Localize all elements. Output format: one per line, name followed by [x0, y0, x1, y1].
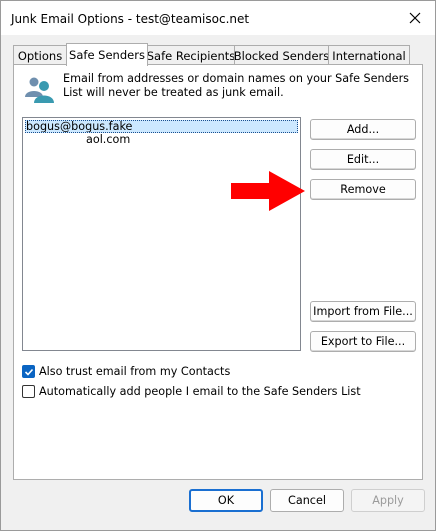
checkbox-label: Also trust email from my Contacts	[39, 365, 231, 378]
trust-contacts-option[interactable]: Also trust email from my Contacts	[22, 364, 230, 379]
ok-button[interactable]: OK	[189, 489, 263, 512]
checkbox-unchecked[interactable]	[22, 385, 35, 398]
tab-label: Safe Senders	[69, 48, 145, 62]
apply-button[interactable]: Apply	[351, 489, 425, 512]
close-button[interactable]	[401, 6, 429, 30]
people-icon	[25, 77, 54, 103]
tab-blocked-senders[interactable]: Blocked Senders	[234, 45, 329, 65]
tab-label: International	[332, 48, 406, 63]
safe-senders-panel: Email from addresses or domain names on …	[13, 64, 423, 480]
tab-options[interactable]: Options	[13, 45, 67, 65]
tab-safe-recipients[interactable]: Safe Recipients	[147, 45, 235, 65]
export-to-file-button[interactable]: Export to File...	[310, 331, 416, 352]
auto-add-option[interactable]: Automatically add people I email to the …	[22, 384, 361, 399]
checkmark-icon	[24, 368, 33, 376]
close-icon	[409, 12, 421, 24]
red-arrow-annotation	[231, 171, 305, 211]
tab-safe-senders[interactable]: Safe Senders	[66, 43, 148, 66]
safe-senders-list[interactable]: bogus@bogus.fake aol.com	[22, 117, 301, 351]
title-bar: Junk Email Options - test@teamisoc.net	[1, 1, 435, 35]
junk-email-options-dialog: Junk Email Options - test@teamisoc.net O…	[0, 0, 436, 531]
remove-button[interactable]: Remove	[310, 179, 416, 200]
tab-label: Safe Recipients	[146, 48, 236, 63]
checkbox-label: Automatically add people I email to the …	[39, 385, 361, 398]
tab-international[interactable]: International	[328, 45, 410, 65]
tab-label: Blocked Senders	[233, 48, 330, 63]
tab-label: Options	[17, 48, 63, 63]
list-item[interactable]: aol.com	[23, 133, 300, 146]
safe-senders-description: Email from addresses or domain names on …	[63, 72, 409, 99]
checkbox-checked[interactable]	[22, 365, 35, 378]
window-title: Junk Email Options - test@teamisoc.net	[11, 12, 250, 26]
edit-button[interactable]: Edit...	[310, 149, 416, 170]
import-from-file-button[interactable]: Import from File...	[310, 301, 416, 322]
add-button[interactable]: Add...	[310, 119, 416, 140]
tab-strip: Options Safe Senders Safe Recipients Blo…	[13, 43, 423, 66]
list-item[interactable]: bogus@bogus.fake	[25, 120, 298, 133]
cancel-button[interactable]: Cancel	[270, 489, 344, 512]
